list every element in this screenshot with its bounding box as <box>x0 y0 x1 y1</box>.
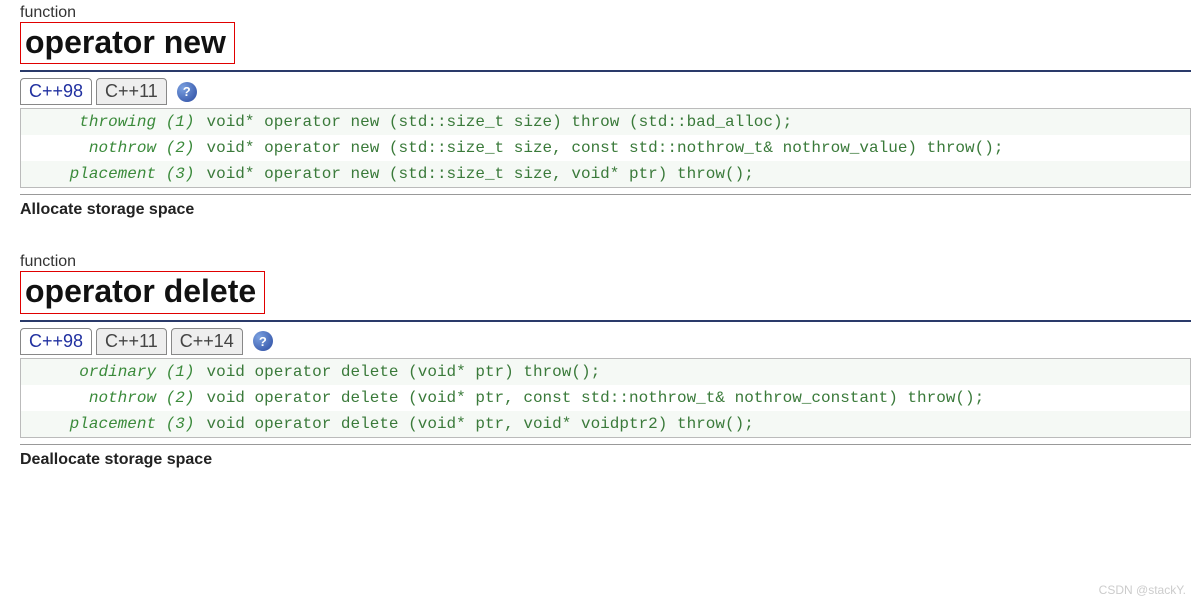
bottom-rule <box>20 194 1191 195</box>
sig-label: throwing (1) <box>21 109 201 136</box>
section-operator-new: function operator new C++98 C++11 ? thro… <box>20 4 1191 219</box>
page-title: operator delete <box>20 271 265 313</box>
sig-code: void* operator new (std::size_t size) th… <box>201 109 1191 136</box>
sig-code: void* operator new (std::size_t size, co… <box>201 135 1191 161</box>
table-row: ordinary (1) void operator delete (void*… <box>21 358 1191 385</box>
section-description: Allocate storage space <box>20 201 1191 219</box>
table-row: throwing (1) void* operator new (std::si… <box>21 109 1191 136</box>
tab-cpp98[interactable]: C++98 <box>20 78 92 105</box>
table-row: nothrow (2) void operator delete (void* … <box>21 385 1191 411</box>
tab-cpp98[interactable]: C++98 <box>20 328 92 355</box>
title-rule <box>20 70 1191 72</box>
section-description: Deallocate storage space <box>20 451 1191 469</box>
sig-code: void operator delete (void* ptr, const s… <box>201 385 1191 411</box>
watermark: CSDN @stackY. <box>1099 583 1186 597</box>
help-icon[interactable]: ? <box>177 82 197 102</box>
standard-tabs: C++98 C++11 ? <box>20 78 1191 105</box>
section-operator-delete: function operator delete C++98 C++11 C++… <box>20 253 1191 468</box>
help-icon[interactable]: ? <box>253 331 273 351</box>
sig-label: placement (3) <box>21 161 201 188</box>
table-row: placement (3) void operator delete (void… <box>21 411 1191 438</box>
sig-label: ordinary (1) <box>21 358 201 385</box>
tab-cpp11[interactable]: C++11 <box>96 78 167 105</box>
sig-label: placement (3) <box>21 411 201 438</box>
table-row: nothrow (2) void* operator new (std::siz… <box>21 135 1191 161</box>
table-row: placement (3) void* operator new (std::s… <box>21 161 1191 188</box>
sig-label: nothrow (2) <box>21 385 201 411</box>
kind-label: function <box>20 253 1191 271</box>
bottom-rule <box>20 444 1191 445</box>
page-title: operator new <box>20 22 235 64</box>
kind-label: function <box>20 4 1191 22</box>
signature-table: throwing (1) void* operator new (std::si… <box>20 108 1191 188</box>
sig-code: void operator delete (void* ptr, void* v… <box>201 411 1191 438</box>
sig-code: void* operator new (std::size_t size, vo… <box>201 161 1191 188</box>
standard-tabs: C++98 C++11 C++14 ? <box>20 328 1191 355</box>
sig-code: void operator delete (void* ptr) throw()… <box>201 358 1191 385</box>
title-rule <box>20 320 1191 322</box>
signature-table: ordinary (1) void operator delete (void*… <box>20 358 1191 438</box>
tab-cpp11[interactable]: C++11 <box>96 328 167 355</box>
sig-label: nothrow (2) <box>21 135 201 161</box>
section-spacer <box>0 219 1196 249</box>
tab-cpp14[interactable]: C++14 <box>171 328 243 355</box>
